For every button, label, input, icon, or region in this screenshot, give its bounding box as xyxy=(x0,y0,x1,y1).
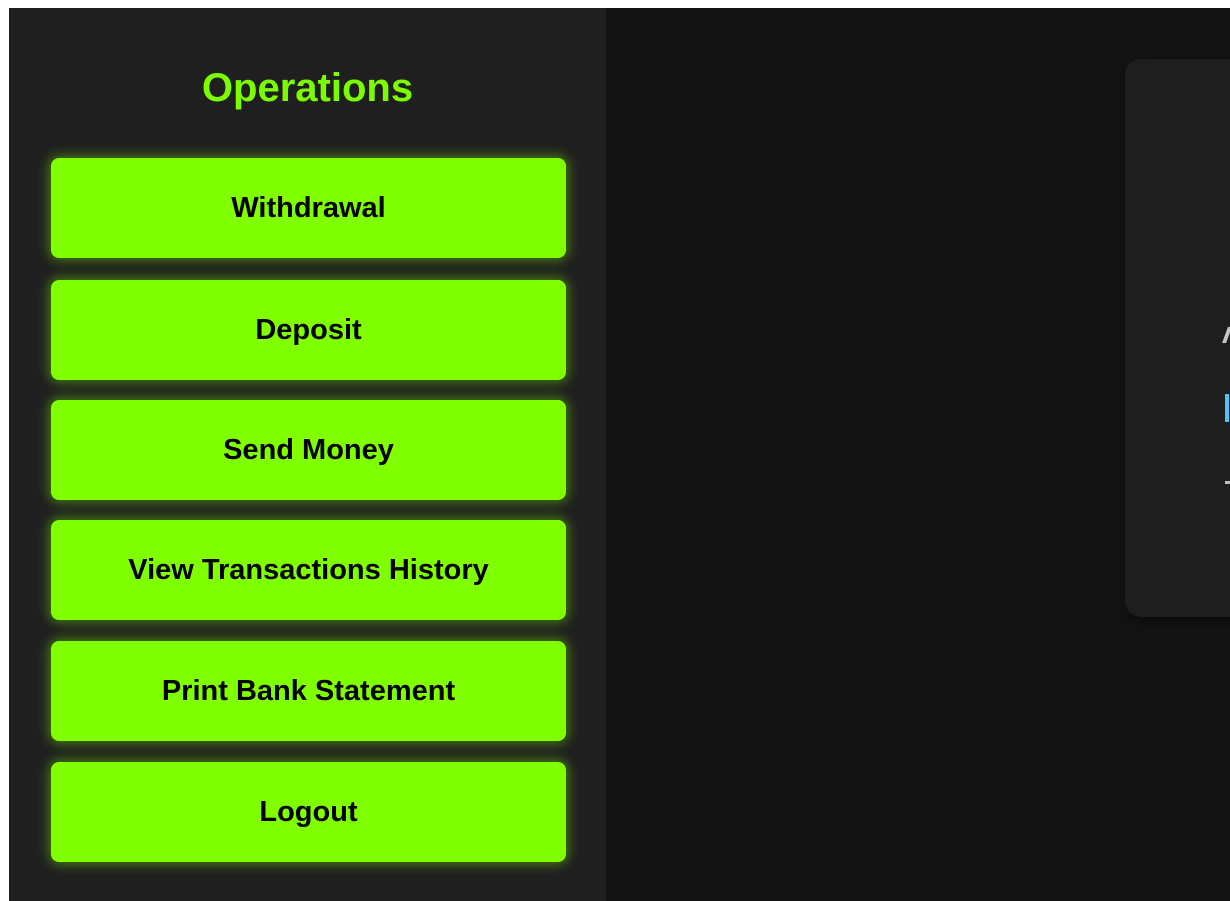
clipped-text-fragment-blue xyxy=(1225,394,1229,422)
account-card xyxy=(1125,59,1230,617)
clipped-text-fragment xyxy=(1222,327,1230,343)
print-bank-statement-button[interactable]: Print Bank Statement xyxy=(51,641,566,741)
main-content xyxy=(606,8,1230,901)
view-transactions-history-button[interactable]: View Transactions History xyxy=(51,520,566,620)
send-money-button[interactable]: Send Money xyxy=(51,400,566,500)
operations-sidebar: Operations Withdrawal Deposit Send Money… xyxy=(9,8,606,901)
clipped-text-fragment-small xyxy=(1225,481,1230,484)
deposit-button[interactable]: Deposit xyxy=(51,280,566,380)
app-viewport: Operations Withdrawal Deposit Send Money… xyxy=(9,8,1230,901)
withdrawal-button[interactable]: Withdrawal xyxy=(51,158,566,258)
logout-button[interactable]: Logout xyxy=(51,762,566,862)
sidebar-title: Operations xyxy=(201,66,414,110)
